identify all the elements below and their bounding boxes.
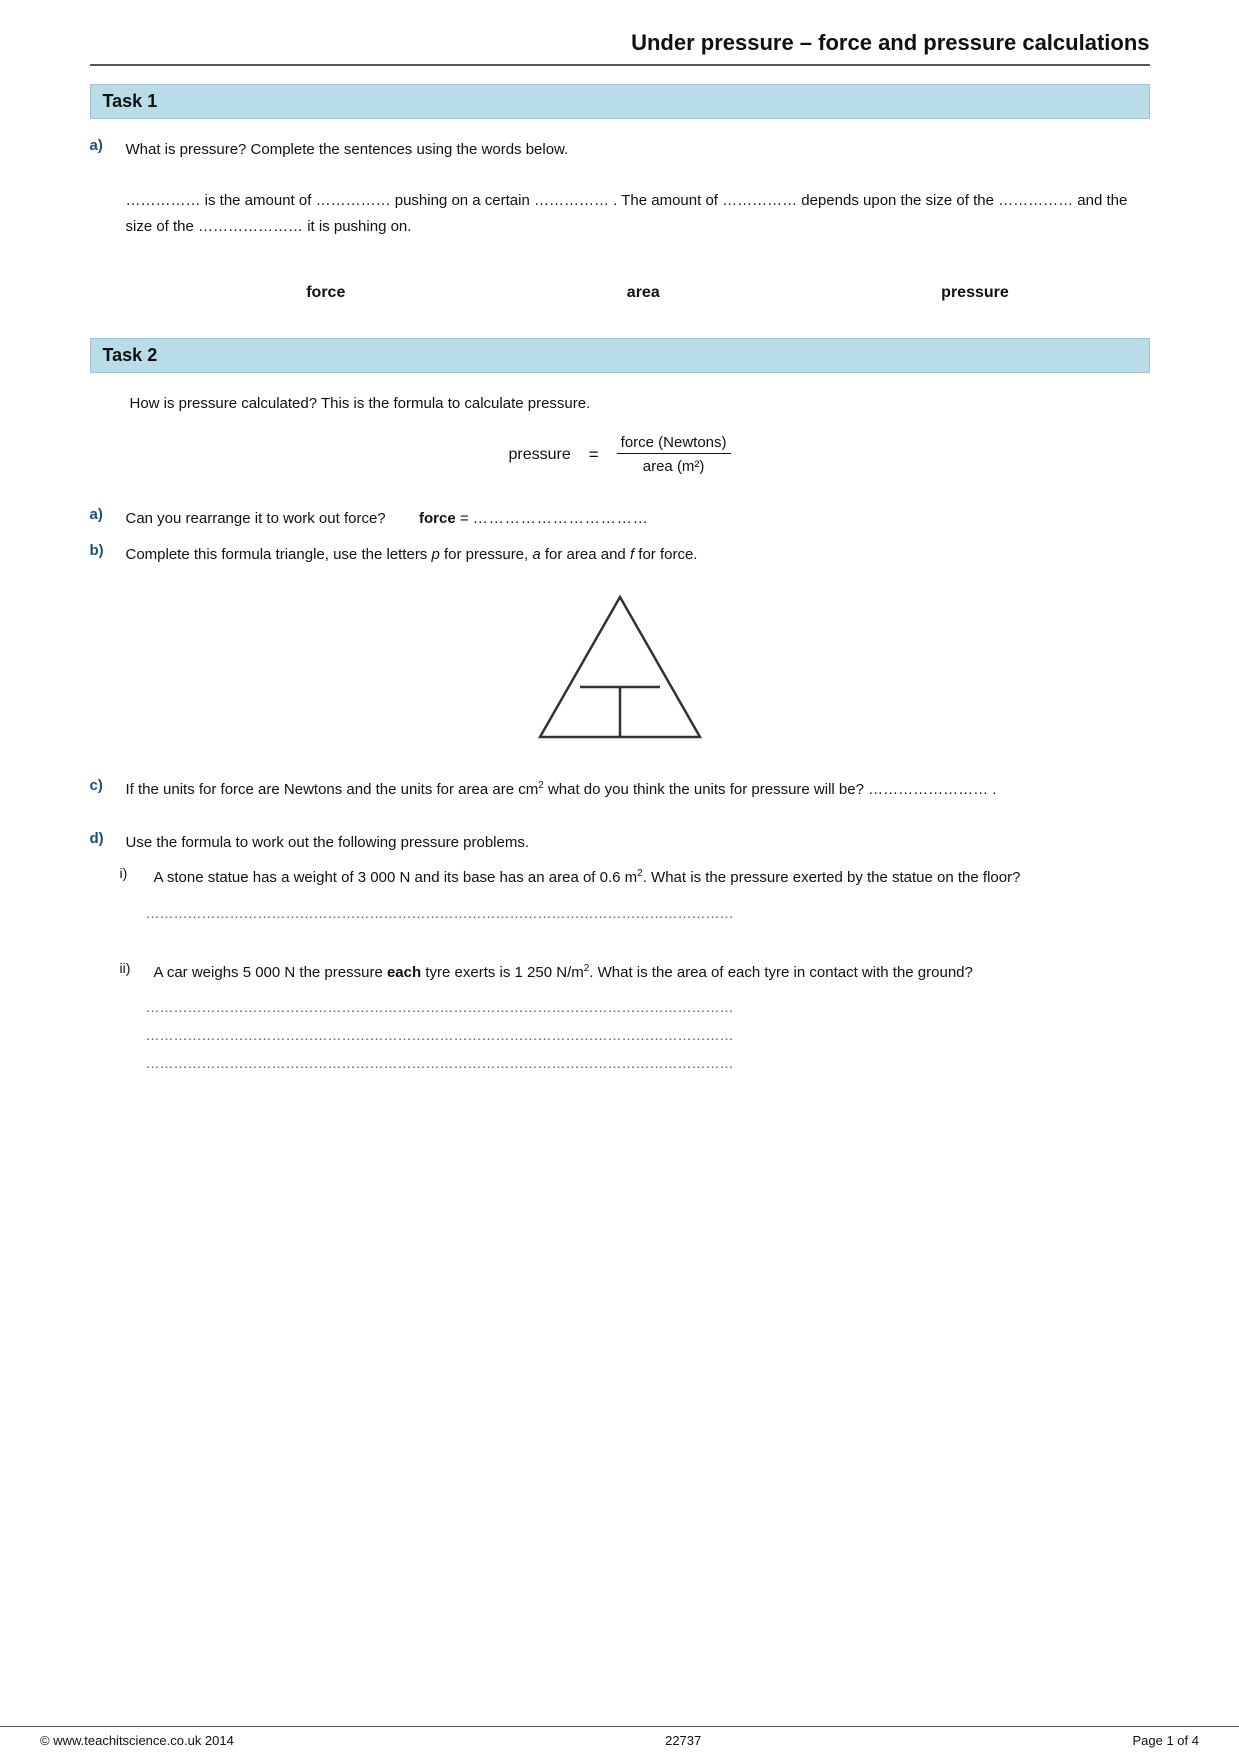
task2-qd-qi: i) A stone statue has a weight of 3 000 … [120, 865, 1150, 891]
task2-qii-label: ii) [120, 960, 144, 976]
task2-qi-answer: …………………………………………………………………………………………………………… [146, 899, 1150, 927]
task2-qb-content: Complete this formula triangle, use the … [126, 542, 1150, 568]
footer-copyright: © www.teachitscience.co.uk 2014 [40, 1733, 234, 1748]
task2-qd-label: d) [90, 830, 104, 847]
task2-qd-qii: ii) A car weighs 5 000 N the pressure ea… [120, 960, 1150, 986]
word-force: force [306, 279, 345, 306]
task2-intro: How is pressure calculated? This is the … [130, 391, 1150, 417]
formula-numerator: force (Newtons) [617, 434, 731, 454]
task2-qa: a) Can you rearrange it to work out forc… [90, 506, 1150, 532]
task2-qb-label: b) [90, 542, 104, 559]
task2-qi-text: A stone statue has a weight of 3 000 N a… [154, 865, 1150, 891]
task1-qa-instruction: What is pressure? Complete the sentences… [126, 141, 569, 158]
word-area: area [627, 279, 660, 306]
task2-section: Task 2 How is pressure calculated? This … [90, 338, 1150, 1078]
task2-qa-eq: = [460, 510, 473, 527]
formula-fraction: force (Newtons) area (m²) [617, 434, 731, 475]
task1-question-a: a) What is pressure? Complete the senten… [90, 137, 1150, 316]
task2-qc-label: c) [90, 777, 103, 794]
task1-qa-text: What is pressure? Complete the sentences… [126, 137, 1150, 316]
task2-qc-content: If the units for force are Newtons and t… [126, 777, 1150, 803]
page-footer: © www.teachitscience.co.uk 2014 22737 Pa… [0, 1726, 1239, 1754]
task1-header: Task 1 [90, 84, 1150, 119]
task2-qii-answer: …………………………………………………………………………………………………………… [146, 993, 1150, 1077]
task1-qa-label: a) [90, 137, 103, 154]
task2-qc: c) If the units for force are Newtons an… [90, 777, 1150, 803]
task2-qi-label: i) [120, 865, 144, 881]
task2-header: Task 2 [90, 338, 1150, 373]
page-title: Under pressure – force and pressure calc… [90, 30, 1150, 66]
task2-qd: d) Use the formula to work out the follo… [90, 830, 1150, 856]
task2-qa-bold: force [419, 510, 456, 527]
task1-section: Task 1 a) What is pressure? Complete the… [90, 84, 1150, 316]
word-pressure: pressure [941, 279, 1009, 306]
formula-lhs: pressure [508, 446, 570, 464]
formula-denominator: area (m²) [639, 456, 709, 475]
task2-qd-content: Use the formula to work out the followin… [126, 830, 1150, 856]
task2-qa-text: Can you rearrange it to work out force? [126, 510, 386, 527]
formula-triangle-container [90, 587, 1150, 747]
task1-sentence: …………… is the amount of …………… pushing on … [126, 192, 1128, 235]
task2-qa-content: Can you rearrange it to work out force? … [126, 506, 1150, 532]
footer-code: 22737 [665, 1733, 701, 1748]
task2-qb: b) Complete this formula triangle, use t… [90, 542, 1150, 568]
formula-eq: = [589, 445, 599, 465]
word-bank: force area pressure [166, 279, 1150, 306]
task2-qii-text: A car weighs 5 000 N the pressure each t… [154, 960, 1150, 986]
task2-qa-label: a) [90, 506, 103, 523]
formula-triangle-svg [530, 587, 710, 747]
footer-page: Page 1 of 4 [1132, 1733, 1199, 1748]
task2-qa-answer: …………………………… [473, 510, 649, 527]
formula-box: pressure = force (Newtons) area (m²) [90, 434, 1150, 475]
